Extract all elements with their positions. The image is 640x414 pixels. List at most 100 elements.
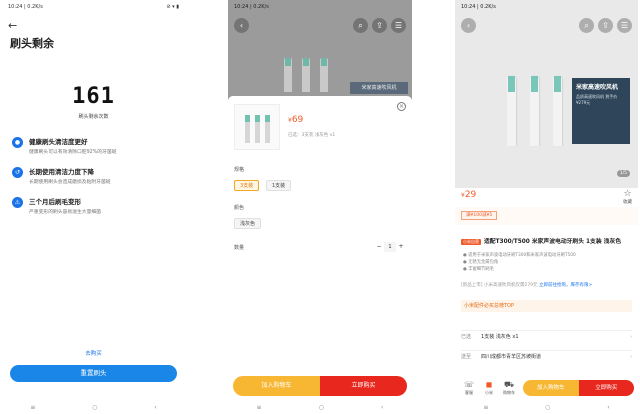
top-list-banner[interactable]: 小米配件必买总榜TOP [461, 300, 632, 312]
feature-desc: 健康刷头可以有效清除口腔92%的牙菌斑 [29, 150, 117, 155]
search-icon[interactable]: ⌕ [579, 18, 594, 33]
feature-item: ↺ 长期使用清洁力度下降 长期使用刷头会造成磨损及粘附牙菌斑 [2, 166, 185, 185]
spec-selector-screen: 10:24 | 0.2K/s ‹ ⌕ ⇪ ☰ 米家高速吹风机 ¥69 已选：3支… [228, 0, 412, 414]
purchase-bar: 加入购物车 立即购买 [233, 376, 407, 396]
tooth-icon: ● [12, 137, 23, 148]
price: ¥29 [461, 190, 477, 200]
status-time: 10:24 | 0.2K/s [8, 4, 43, 10]
chevron-right-icon: › [630, 354, 632, 360]
brush-remaining-screen: 10:24 | 0.2K/s ⊘ ▾ ▮ ← 刷头剩余 161 刷头剩余次数 ●… [2, 0, 185, 414]
system-nav-bar: ≡ ○ ‹ [228, 400, 412, 414]
system-nav-bar: ≡ ○ ‹ [2, 400, 185, 414]
chevron-right-icon: › [630, 334, 632, 340]
spec-option-3pack[interactable]: 3支装 [234, 180, 260, 191]
back-nav-icon[interactable]: ‹ [381, 404, 383, 411]
quantity-stepper: − 1 + [374, 242, 406, 252]
search-icon[interactable]: ⌕ [353, 18, 368, 33]
buy-now-button[interactable]: 立即购买 [578, 380, 634, 396]
banner-title: 米家高速吹风机 [576, 84, 619, 91]
feature-list: ● 健康刷头清洁度更好 健康刷头可以有效清除口腔92%的牙菌斑 ↺ 长期使用清洁… [2, 136, 185, 215]
spec-option-1pack[interactable]: 1支装 [266, 180, 292, 191]
image-pager: 1/5 [616, 170, 630, 177]
ship-to-row[interactable]: 送至 四川成都市青羊区苏坡街道 › [461, 350, 632, 362]
price: ¥69 [288, 115, 304, 125]
home-icon[interactable]: ○ [545, 404, 550, 411]
cart-icon[interactable]: ☰ [391, 18, 406, 33]
spec-sheet: ¥69 已选：3支装 浅灰色 x1 × 规格 3支装 1支装 颜色 浅灰色 数量… [228, 96, 412, 400]
color-option-gray[interactable]: 浅灰色 [234, 218, 262, 229]
feature-title: 健康刷头清洁度更好 [29, 138, 88, 146]
customer-service-button[interactable]: ☏ 客服 [459, 380, 479, 396]
home-icon[interactable]: ○ [319, 404, 324, 411]
add-to-cart-button[interactable]: 加入购物车 [523, 380, 579, 396]
desc-line: ● 丰富细节刷毛 [463, 267, 494, 272]
cart-icon[interactable]: ☰ [617, 18, 632, 33]
store-button[interactable]: ◼ 小米 [479, 380, 499, 396]
home-icon[interactable]: ○ [92, 404, 97, 411]
coupon-badge[interactable]: 满¥100减¥5 [461, 211, 498, 220]
banner-subtitle: 品质高速吹风机 到手价 ¥279元 [576, 94, 618, 105]
dimmed-product-header: 10:24 | 0.2K/s ‹ ⌕ ⇪ ☰ 米家高速吹风机 [228, 0, 412, 100]
share-icon[interactable]: ⇪ [372, 18, 387, 33]
feature-title: 三个月后刷毛变形 [29, 198, 81, 206]
back-nav-icon[interactable]: ‹ [607, 404, 609, 411]
star-icon: ☆ [623, 189, 632, 199]
product-hero: 10:24 | 0.2K/s ‹ ⌕ ⇪ ☰ 米家高速吹风机 品质高速吹风机 到… [455, 0, 638, 188]
headset-icon: ☏ [463, 380, 474, 389]
product-thumbnail [234, 104, 280, 150]
feature-desc: 严重变形的刷头容易滋生大量细菌 [29, 210, 101, 215]
refresh-icon: ↺ [12, 167, 23, 178]
bottom-action-bar: ☏ 客服 ◼ 小米 ⛟ 购物车 加入购物车 立即购买 [455, 376, 638, 400]
promo-banner[interactable]: 米家高速吹风机 [350, 82, 408, 94]
desc-line: ● 无锈无金属包角 [463, 260, 499, 265]
share-icon[interactable]: ⇪ [598, 18, 613, 33]
system-nav-bar: ≡ ○ ‹ [455, 400, 638, 414]
qty-value[interactable]: 1 [384, 242, 396, 252]
qty-plus-button[interactable]: + [396, 242, 406, 252]
promo-banner[interactable]: 米家高速吹风机 品质高速吹风机 到手价 ¥279元 [572, 78, 630, 144]
status-bar: 10:24 | 0.2K/s ⊘ ▾ ▮ [2, 0, 185, 14]
favorite-button[interactable]: ☆ 收藏 [623, 189, 632, 206]
add-to-cart-button[interactable]: 加入购物车 [233, 376, 320, 396]
product-title: 小米自营 适配T300/T500 米家声波电动牙刷头 1支装 浅灰色 [461, 239, 622, 245]
spec-label: 规格 [234, 167, 245, 173]
back-icon[interactable]: ‹ [234, 18, 249, 33]
remaining-counter: 161 [72, 84, 115, 109]
counter-caption: 刷头剩余次数 [78, 114, 109, 120]
qty-minus-button[interactable]: − [374, 242, 384, 252]
back-icon[interactable]: ‹ [461, 18, 476, 33]
status-time: 10:24 | 0.2K/s [234, 4, 269, 10]
page-title: 刷头剩余 [10, 37, 54, 50]
feature-title: 长期使用清洁力度下降 [29, 168, 94, 176]
warning-icon: ⚠ [12, 197, 23, 208]
promo-text[interactable]: [新品上市] 小米高速吹风机仅需279元 立即前往抢购，库存有限> [461, 282, 632, 288]
menu-icon[interactable]: ≡ [257, 404, 262, 411]
color-label: 颜色 [234, 205, 245, 211]
feature-item: ⚠ 三个月后刷毛变形 严重变形的刷头容易滋生大量细菌 [2, 196, 185, 215]
brush-heads-image [284, 58, 328, 92]
status-bar: 10:24 | 0.2K/s [228, 0, 412, 14]
back-nav-icon[interactable]: ‹ [154, 404, 156, 411]
close-icon[interactable]: × [397, 102, 406, 111]
composite-screenshot: 10:24 | 0.2K/s ⊘ ▾ ▮ ← 刷头剩余 161 刷头剩余次数 ●… [0, 0, 640, 414]
menu-icon[interactable]: ≡ [483, 404, 488, 411]
buy-link[interactable]: 去购买 [2, 349, 185, 357]
menu-icon[interactable]: ≡ [30, 404, 35, 411]
feature-item: ● 健康刷头清洁度更好 健康刷头可以有效清除口腔92%的牙菌斑 [2, 136, 185, 155]
store-icon: ◼ [485, 380, 493, 389]
self-operated-tag: 小米自营 [461, 239, 481, 245]
brush-heads-image [507, 76, 562, 146]
reset-brush-button[interactable]: 重置刷头 [10, 365, 177, 382]
cart-button[interactable]: ⛟ 购物车 [499, 380, 519, 396]
qty-label: 数量 [234, 245, 245, 251]
status-time: 10:24 | 0.2K/s [461, 4, 496, 10]
status-icons: ⊘ ▾ ▮ [166, 4, 179, 10]
purchase-buttons: 加入购物车 立即购买 [523, 380, 634, 396]
product-detail-screen: 10:24 | 0.2K/s ‹ ⌕ ⇪ ☰ 米家高速吹风机 品质高速吹风机 到… [455, 0, 638, 414]
feature-desc: 长期使用刷头会造成磨损及粘附牙菌斑 [29, 180, 111, 185]
cart-icon: ⛟ [503, 380, 515, 389]
selected-row[interactable]: 已选 1支装 浅灰色 x1 › [461, 330, 632, 342]
back-icon[interactable]: ← [2, 14, 185, 32]
buy-now-button[interactable]: 立即购买 [320, 376, 407, 396]
status-bar: 10:24 | 0.2K/s [455, 0, 638, 14]
